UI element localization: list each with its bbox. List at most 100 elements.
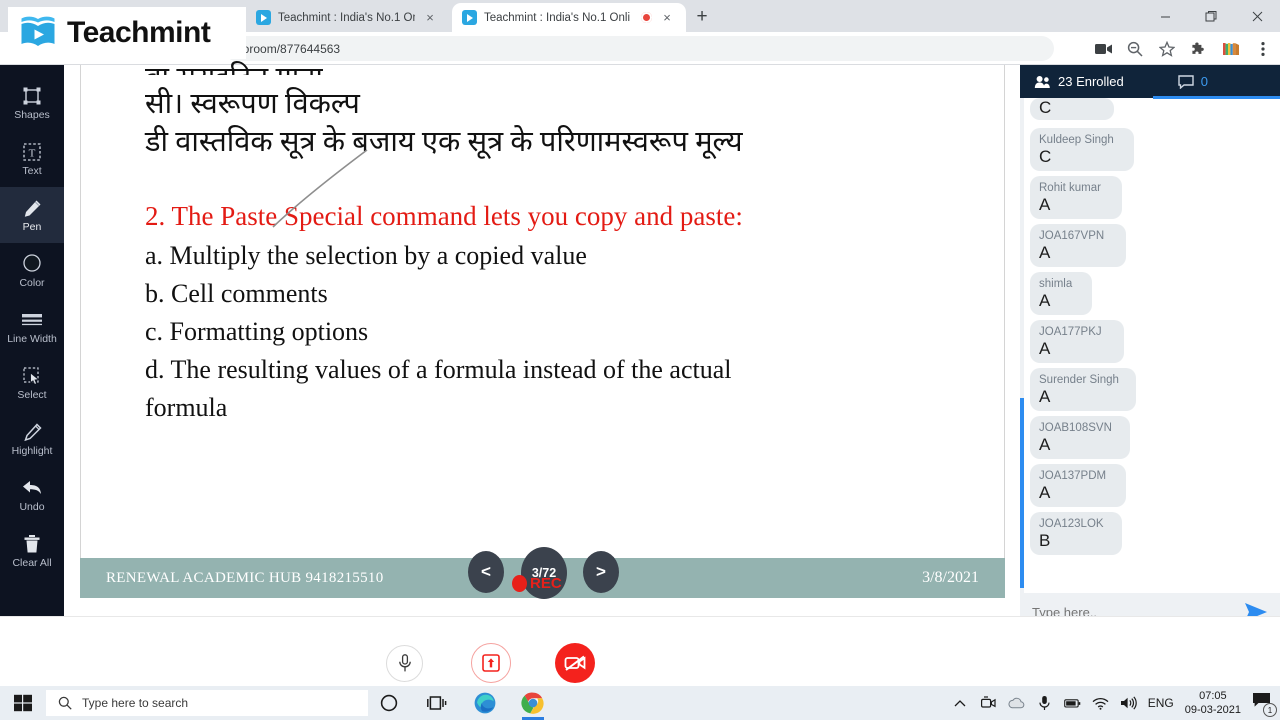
participant-name: Surender Singh: [1039, 374, 1119, 386]
address-bar[interactable]: eoroom/877644563: [224, 36, 1054, 61]
task-view-icon[interactable]: [424, 690, 450, 716]
participant-initial: A: [1039, 435, 1051, 454]
option-a: a. Multiply the selection by a copied va…: [145, 241, 587, 270]
share-screen-icon: [481, 653, 501, 673]
browser-tab-2-close-icon[interactable]: ×: [659, 10, 675, 26]
highlight-icon: [21, 421, 43, 443]
list-item[interactable]: shimla A: [1030, 272, 1092, 315]
recording-dot-icon: [512, 575, 527, 592]
microphone-icon[interactable]: [1036, 695, 1053, 712]
taskbar-time: 07:05: [1199, 690, 1227, 702]
meeting-control-bar: Stop Recording Mute All End Class: [0, 616, 1280, 720]
browser-tab-2-title: Teachmint : India's No.1 Onli: [484, 11, 631, 24]
option-b: b. Cell comments: [145, 279, 328, 308]
window-close-button[interactable]: [1234, 0, 1280, 32]
list-item[interactable]: JOA137PDM A: [1030, 464, 1126, 507]
window-minimize-button[interactable]: [1142, 0, 1188, 32]
input-language-indicator[interactable]: ENG: [1148, 696, 1174, 710]
edge-icon[interactable]: [472, 690, 498, 716]
taskbar-clock[interactable]: 07:05 09-03-2021: [1185, 689, 1241, 717]
participant-initial: A: [1039, 339, 1051, 358]
select-icon: [21, 365, 43, 387]
taskbar-search-placeholder: Type here to search: [82, 696, 189, 710]
pen-icon: [21, 197, 43, 219]
next-slide-button[interactable]: >: [583, 551, 619, 593]
tool-clear-all[interactable]: Clear All: [0, 523, 64, 579]
browser-tab-2[interactable]: Teachmint : India's No.1 Onli ×: [452, 3, 686, 32]
participant-name: shimla: [1039, 278, 1073, 290]
window-maximize-button[interactable]: [1188, 0, 1234, 32]
list-item[interactable]: C: [1030, 98, 1114, 120]
browser-tab-1[interactable]: Teachmint : India's No.1 Online t ×: [246, 3, 446, 32]
tab-enrolled[interactable]: 23 Enrolled: [1020, 65, 1138, 98]
text-icon: T: [21, 141, 43, 163]
participant-initial: A: [1039, 195, 1051, 214]
tool-select-label: Select: [17, 389, 47, 402]
new-tab-button[interactable]: +: [690, 6, 714, 30]
mic-button[interactable]: [386, 645, 423, 682]
cortana-icon[interactable]: [376, 690, 402, 716]
people-icon: [1034, 75, 1051, 89]
tool-text-label: Text: [22, 165, 42, 178]
recording-label: REC: [530, 575, 562, 592]
tool-select[interactable]: Select: [0, 355, 64, 411]
tab-chat[interactable]: 0: [1164, 65, 1222, 98]
volume-icon[interactable]: [1120, 695, 1137, 712]
tool-shapes[interactable]: Shapes: [0, 75, 64, 131]
address-bar-value: eoroom/877644563: [236, 41, 341, 56]
onedrive-icon[interactable]: [1008, 695, 1025, 712]
participant-list[interactable]: C Kuldeep Singh C Rohit kumar A JOA167VP…: [1020, 98, 1280, 593]
tool-pen[interactable]: Pen: [0, 187, 64, 243]
prev-slide-button[interactable]: <: [468, 551, 504, 593]
list-item[interactable]: JOA167VPN A: [1030, 224, 1126, 267]
show-hidden-icons-chevron[interactable]: [952, 695, 969, 712]
list-item[interactable]: JOA177PKJ A: [1030, 320, 1124, 363]
whiteboard-canvas[interactable]: बा सराइटित गाना सी। स्वरूपण विकल्प डी वा…: [80, 62, 1005, 595]
zoom-out-icon[interactable]: [1126, 40, 1144, 58]
slide-footer-left: RENEWAL ACADEMIC HUB 9418215510: [106, 569, 384, 586]
share-screen-button[interactable]: [471, 643, 511, 683]
notifications-button[interactable]: 1: [1252, 692, 1277, 717]
tool-line-width[interactable]: Line Width: [0, 299, 64, 355]
extensions-puzzle-icon[interactable]: [1190, 40, 1208, 58]
taskbar-search-box[interactable]: Type here to search: [46, 690, 368, 716]
window-controls: [1142, 0, 1280, 32]
windows-start-icon[interactable]: [0, 694, 46, 712]
video-off-button[interactable]: [555, 643, 595, 683]
browser-tab-1-close-icon[interactable]: ×: [422, 10, 438, 26]
video-camera-icon[interactable]: [1094, 40, 1112, 58]
tool-shapes-label: Shapes: [14, 109, 50, 122]
list-item[interactable]: Surender Singh A: [1030, 368, 1136, 411]
camera-icon[interactable]: [980, 695, 997, 712]
list-item[interactable]: Kuldeep Singh C: [1030, 128, 1134, 171]
teachmint-favicon: [256, 10, 271, 25]
taskbar-date: 09-03-2021: [1184, 704, 1241, 716]
option-c: c. Formatting options: [145, 317, 369, 346]
hindi-line-clipped: बा सराइटित गाना: [145, 57, 323, 75]
tool-highlight[interactable]: Highlight: [0, 411, 64, 467]
list-item[interactable]: JOAB108SVN A: [1030, 416, 1130, 459]
participant-name: JOA123LOK: [1039, 518, 1104, 530]
chrome-menu-icon[interactable]: [1254, 40, 1272, 58]
tool-highlight-label: Highlight: [11, 445, 53, 458]
chrome-icon[interactable]: [520, 690, 546, 720]
whiteboard-content: बा सराइटित गाना सी। स्वरूपण विकल्प डी वा…: [81, 62, 1004, 595]
battery-icon[interactable]: [1063, 695, 1081, 712]
wifi-icon[interactable]: [1092, 695, 1109, 712]
list-item[interactable]: Rohit kumar A: [1030, 176, 1122, 219]
tab-recording-indicator-icon[interactable]: [641, 12, 652, 23]
tool-color[interactable]: Color: [0, 243, 64, 299]
list-item[interactable]: JOA123LOK B: [1030, 512, 1122, 555]
bookmark-star-icon[interactable]: [1158, 40, 1176, 58]
screen: Teachmint : India's No.1 Online t × Teac…: [0, 0, 1280, 720]
option-d-continued: formula: [145, 393, 228, 422]
question-text: 2. The Paste Special command lets you co…: [145, 201, 743, 231]
next-slide-label: >: [596, 562, 606, 581]
participant-initial: C: [1039, 147, 1052, 166]
hindi-line-2: डी वास्तविक सूत्र के बजाय एक सूत्र के पर…: [145, 126, 743, 158]
participant-initial: C: [1039, 98, 1052, 117]
books-extension-icon[interactable]: [1222, 40, 1240, 58]
teachmint-classroom-page: Shapes T Text Pen Color Line Width Selec…: [0, 62, 1280, 720]
tool-undo[interactable]: Undo: [0, 467, 64, 523]
tool-text[interactable]: T Text: [0, 131, 64, 187]
